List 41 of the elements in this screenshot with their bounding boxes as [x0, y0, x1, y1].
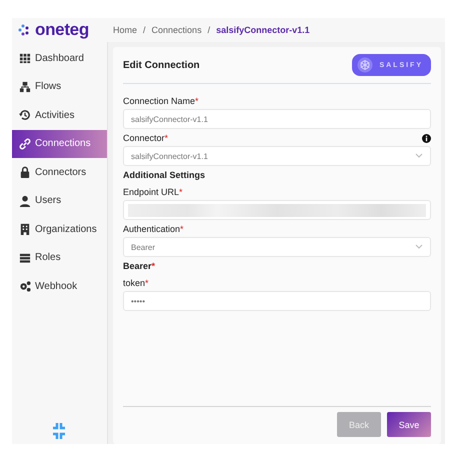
field-label: Connection Name* — [123, 96, 199, 106]
sidebar-item[interactable]: Dashboard — [12, 44, 107, 72]
grid-icon — [19, 52, 31, 64]
field-label: Authentication* — [123, 224, 184, 234]
breadcrumb-link[interactable]: Home — [113, 25, 138, 35]
field-label: Endpoint URL* — [123, 187, 183, 197]
save-button[interactable]: Save — [387, 412, 431, 437]
history-icon — [19, 109, 31, 122]
chevron-down-icon — [415, 244, 423, 250]
field-label: token* — [123, 278, 149, 288]
logo-text: oneteg — [35, 20, 89, 40]
input-field[interactable]: ••••• — [123, 291, 431, 311]
sidebar-item[interactable]: Webhook — [12, 272, 107, 300]
lock-icon — [19, 166, 31, 178]
chevron-down-icon — [415, 153, 423, 159]
sidebar-item[interactable]: Flows — [12, 72, 107, 101]
sidebar-item[interactable]: Roles — [12, 244, 107, 272]
field-label: Connector* — [123, 133, 168, 143]
select-field[interactable]: salsifyConnector-v1.1 — [123, 146, 431, 166]
section-heading: Additional Settings — [123, 170, 205, 180]
sidebar-item[interactable]: Connectors — [12, 158, 107, 186]
sidebar-item[interactable]: Activities — [12, 101, 107, 130]
breadcrumb-separator: / — [143, 25, 146, 35]
list-icon — [19, 252, 31, 264]
collapse-icon[interactable] — [52, 422, 66, 440]
sitemap-icon — [19, 80, 31, 93]
input-field[interactable] — [123, 200, 431, 220]
info-icon[interactable] — [422, 134, 431, 142]
section-heading: Bearer* — [123, 261, 156, 271]
link-icon — [19, 138, 31, 150]
card-title: Edit Connection — [123, 60, 200, 70]
sidebar-item[interactable]: Connections — [12, 130, 107, 158]
input-field[interactable]: salsifyConnector-v1.1 — [123, 109, 431, 129]
sidebar-item[interactable]: Users — [12, 186, 107, 215]
breadcrumb-link[interactable]: salsifyConnector-v1.1 — [216, 25, 310, 35]
select-field[interactable]: Bearer — [123, 237, 431, 257]
building-icon — [19, 223, 31, 236]
sidebar-item[interactable]: Organizations — [12, 215, 107, 244]
breadcrumb-separator: / — [208, 25, 210, 35]
breadcrumb-link[interactable]: Connections — [152, 25, 202, 35]
user-icon — [19, 194, 31, 207]
